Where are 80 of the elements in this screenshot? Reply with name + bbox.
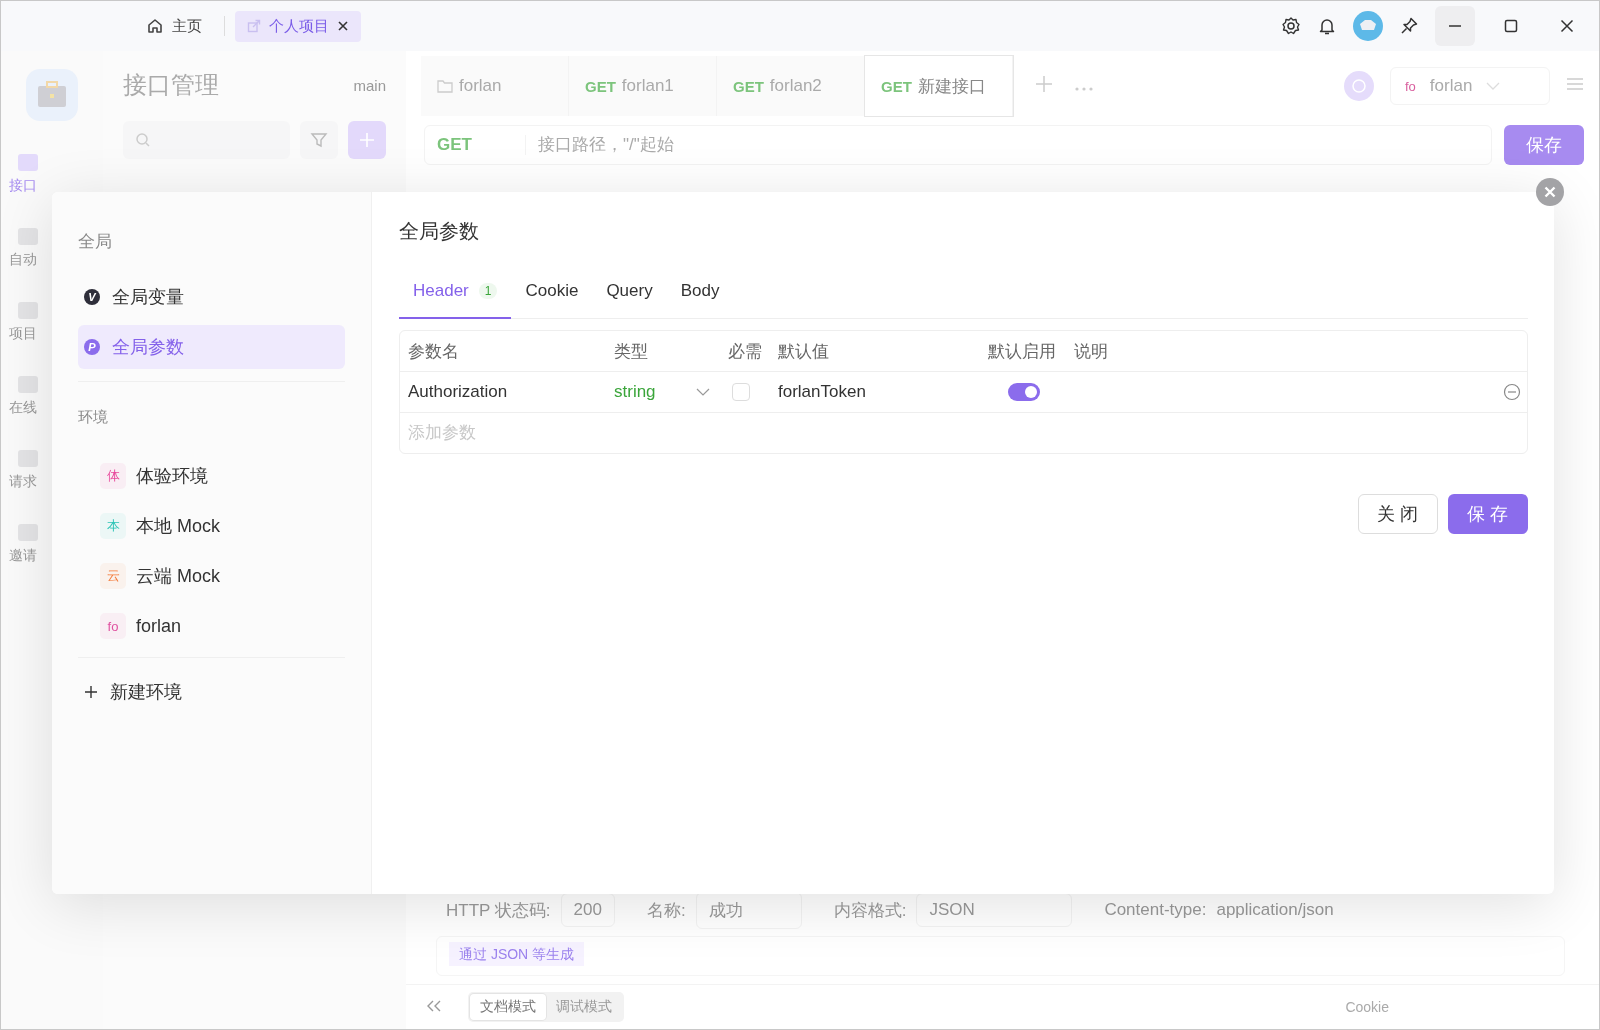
branch-selector[interactable]: main	[353, 76, 386, 94]
nav-label[interactable]: 邀请	[9, 547, 37, 565]
field-label: HTTP 状态码:	[446, 899, 551, 922]
environment-item[interactable]: 体验环境	[136, 464, 208, 488]
enabled-toggle[interactable]	[1008, 383, 1040, 401]
method-select[interactable]: GET	[425, 135, 526, 155]
home-icon	[146, 17, 164, 35]
field-label: 名称:	[646, 899, 686, 922]
environment-item[interactable]: 本地 Mock	[136, 514, 220, 538]
tab[interactable]: Header 1	[399, 281, 512, 319]
minimize-button[interactable]	[1435, 6, 1475, 46]
table-cell-text: Authorization	[407, 382, 509, 402]
request-tab[interactable]: GET forlan1	[569, 56, 717, 116]
window-tab[interactable]: 个人项目	[235, 10, 361, 42]
section-heading: 环境	[78, 408, 109, 427]
column-header: 默认启用	[987, 340, 1057, 363]
mode-tab[interactable]: 调试模式	[546, 994, 622, 1020]
request-tab[interactable]: forlan	[421, 56, 569, 116]
settings-icon[interactable]	[1281, 16, 1301, 36]
environment-item[interactable]: 云端 Mock	[136, 564, 220, 588]
remove-icon[interactable]	[1503, 383, 1521, 401]
plus-icon	[358, 131, 376, 149]
save-button[interactable]: 保 存	[1448, 494, 1528, 534]
filter-icon	[310, 131, 328, 149]
sidebar-item[interactable]: V 全局变量	[78, 275, 345, 319]
panel-title: 接口管理	[123, 70, 219, 100]
nav-label[interactable]: 自动	[9, 251, 37, 269]
tab[interactable]: Query	[592, 281, 667, 319]
folder-icon	[437, 79, 453, 93]
column-header: 必需	[727, 340, 763, 363]
column-header: 类型	[613, 340, 649, 363]
filter-button[interactable]	[300, 121, 338, 159]
new-environment-button[interactable]: 新建环境	[78, 680, 345, 704]
table-cell-text: forlanToken	[777, 382, 867, 402]
environment-avatar: 云	[100, 563, 126, 589]
sidebar-item[interactable]: P 全局参数	[78, 325, 345, 369]
close-icon	[1560, 19, 1574, 33]
field-label: 内容格式:	[833, 899, 907, 922]
close-button[interactable]: 关 闭	[1358, 494, 1438, 534]
request-tab[interactable]: GET forlan2	[717, 56, 865, 116]
nav-label[interactable]: 在线	[9, 399, 37, 417]
column-header: 参数名	[407, 340, 460, 363]
environment-avatar: 体	[100, 463, 126, 489]
environment-avatar: 本	[100, 513, 126, 539]
environment-select[interactable]: fo forlan	[1390, 67, 1550, 105]
dialog-title: 全局参数	[399, 219, 480, 244]
save-button[interactable]: 保存	[1504, 125, 1584, 165]
maximize-icon	[1504, 19, 1518, 33]
external-link-icon	[247, 19, 261, 33]
briefcase-logo-icon	[26, 69, 78, 121]
field-label: Content-type:	[1104, 900, 1207, 920]
environment-avatar: fo	[100, 613, 126, 639]
search-icon	[135, 132, 151, 148]
tab[interactable]: Cookie	[511, 281, 593, 319]
column-header: 默认值	[777, 340, 830, 363]
plus-icon	[84, 685, 98, 699]
tab[interactable]: Body	[666, 281, 734, 319]
content-type-value: application/json	[1216, 900, 1334, 920]
url-bar[interactable]: GET 接口路径，"/"起始	[424, 125, 1492, 165]
avatar-icon[interactable]	[1353, 11, 1383, 41]
url-field[interactable]: 接口路径，"/"起始	[526, 134, 1491, 156]
section-heading: 全局	[78, 231, 113, 253]
nav-label[interactable]: 项目	[9, 325, 37, 343]
mode-tab[interactable]: 文档模式	[470, 994, 546, 1020]
add-button[interactable]	[348, 121, 386, 159]
close-icon[interactable]	[337, 20, 349, 32]
search-field[interactable]	[123, 121, 290, 159]
required-checkbox[interactable]	[732, 383, 750, 401]
caret-icon	[696, 388, 710, 396]
generate-button[interactable]: 通过 JSON 等生成	[449, 942, 585, 966]
type-select[interactable]: string	[606, 382, 720, 402]
caret-icon	[1486, 82, 1501, 90]
column-header: 说明	[1073, 340, 1109, 363]
environment-item[interactable]: forlan	[136, 615, 182, 637]
nav-label[interactable]: 接口	[9, 177, 37, 195]
pin-icon[interactable]	[1399, 16, 1419, 36]
window-tab[interactable]: 主页	[134, 10, 214, 42]
bell-icon[interactable]	[1317, 16, 1337, 36]
cookie-link[interactable]: Cookie	[1345, 999, 1389, 1015]
nav-label[interactable]: 请求	[9, 473, 37, 491]
